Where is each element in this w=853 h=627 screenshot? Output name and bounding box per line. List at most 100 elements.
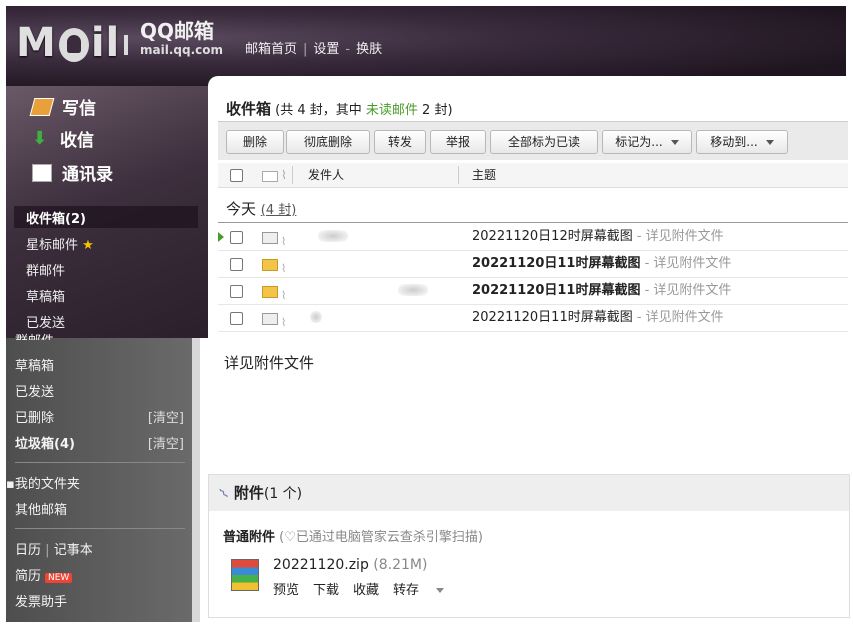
inbox-panel: 收件箱 (共 4 封，其中 未读邮件 2 封) 删除 彻底删除 转发 举报 全部… [208,76,848,338]
file-name: 20221120.zip [273,557,369,573]
subject-text: 20221120日12时屏幕截图 [472,229,633,244]
snippet-text: - 详见附件文件 [640,256,732,271]
table-row[interactable]: ⌇ 20221120日11时屏幕截图 - 详见附件文件 [218,305,848,332]
page-title: 收件箱 [226,100,272,118]
nav-settings-link[interactable]: 设置 [313,42,339,57]
row-subject[interactable]: 20221120日11时屏幕截图 - 详见附件文件 [472,305,724,331]
paperclip-icon: ⌇ [281,316,287,329]
sidebar-scrollbar[interactable] [192,338,200,622]
scan-note: (♡已通过电脑管家云查杀引擎扫描) [279,530,483,545]
move-to-dropdown[interactable]: 移动到... [696,130,788,154]
delete-button[interactable]: 删除 [226,130,284,154]
save-to-label: 转存 [393,583,420,598]
sender-redacted [318,230,348,242]
row-subject[interactable]: 20221120日12时屏幕截图 - 详见附件文件 [472,224,724,250]
sidebar-item-sent-2[interactable]: 已发送 [15,381,54,400]
move-to-label: 移动到... [710,135,758,149]
unread-mail-link[interactable]: 未读邮件 [366,103,418,118]
sender-column-header[interactable]: 发件人 [308,163,344,187]
compose-label: 写信 [62,99,96,119]
tools-separator: | [45,543,50,558]
subject-text: 20221120日11时屏幕截图 [472,310,633,325]
envelope-icon [262,171,278,182]
read-envelope-icon [262,313,278,325]
nav-separator: - [345,42,351,57]
download-link[interactable]: 下载 [313,583,339,598]
subject-text: 20221120日11时屏幕截图 [472,283,641,298]
group-count-link[interactable]: (4 封) [261,203,297,218]
snippet-text: - 详见附件文件 [632,310,724,325]
row-subject[interactable]: 20221120日11时屏幕截图 - 详见附件文件 [472,278,731,304]
logo-text: QQ邮箱 mail.qq.com [140,20,223,58]
subject-column-header[interactable]: 主题 [472,163,496,187]
sidebar-item-invoice[interactable]: 发票助手 [15,591,67,610]
select-all-checkbox[interactable] [230,169,243,182]
table-row[interactable]: ⌇ 20221120日11时屏幕截图 - 详见附件文件 [218,278,848,305]
snippet-text: - 详见附件文件 [640,283,732,298]
clear-spam-link[interactable]: [清空] [148,433,184,452]
compose-icon [29,97,55,116]
logo-domain: mail.qq.com [140,43,223,57]
save-to-dropdown[interactable]: 转存 [393,583,458,598]
sidebar-item-other-mail[interactable]: 其他邮箱 [15,499,67,518]
divider [15,528,185,529]
sidebar-item-group-mail[interactable]: 群邮件 [26,260,65,279]
zip-file-icon[interactable] [231,559,259,591]
group-divider [218,222,848,223]
sidebar-item-my-folders[interactable]: ▪我的文件夹 [6,473,80,492]
sidebar-item-inbox[interactable]: 收件箱(2) [26,208,86,227]
attachment-file[interactable]: 20221120.zip (8.21M) [273,557,427,573]
attachment-section-title: 普通附件 [223,530,276,545]
delete-permanently-button[interactable]: 彻底删除 [286,130,370,154]
unread-envelope-icon [262,286,278,298]
notes-link[interactable]: 记事本 [54,543,93,558]
nav-skin-link[interactable]: 换肤 [356,42,382,57]
snippet-text: - 详见附件文件 [632,229,724,244]
forward-button[interactable]: 转发 [374,130,426,154]
row-checkbox[interactable] [230,258,243,271]
mark-all-read-button[interactable]: 全部标为已读 [490,130,598,154]
logo-letters-il: il [90,20,121,66]
compose-button[interactable]: 写信 [29,94,96,119]
attachment-title: 附件 [233,484,264,502]
qqmail-logo[interactable]: Mil [16,20,129,66]
receive-button[interactable]: ⬇ 收信 [32,126,94,151]
row-checkbox[interactable] [230,312,243,325]
nav-home-link[interactable]: 邮箱首页 [245,42,297,57]
row-checkbox[interactable] [230,231,243,244]
preview-link[interactable]: 预览 [273,583,299,598]
nav-separator: | [303,42,308,57]
new-badge: NEW [45,573,73,583]
row-checkbox[interactable] [230,285,243,298]
sidebar-item-sent[interactable]: 已发送 [26,312,65,331]
my-folders-label: 我的文件夹 [14,477,80,492]
mark-as-dropdown[interactable]: 标记为... [602,130,692,154]
calendar-link[interactable]: 日历 [15,543,41,558]
sender-redacted [310,311,322,323]
sidebar-item-resume[interactable]: 简历 NEW [15,565,73,584]
sidebar-item-drafts-2[interactable]: 草稿箱 [15,355,54,374]
save-favorite-link[interactable]: 收藏 [353,583,379,598]
column-divider [458,166,459,184]
row-subject[interactable]: 20221120日11时屏幕截图 - 详见附件文件 [472,251,731,277]
star-icon: ★ [82,238,94,253]
attachment-panel: ⌇ 附件(1 个) 普通附件 (♡已通过电脑管家云查杀引擎扫描) 20221120… [208,474,850,618]
clear-deleted-link[interactable]: [清空] [148,407,184,426]
logo-bar-icon [124,35,129,55]
sidebar-item-spam[interactable]: 垃圾箱(4) [15,433,75,452]
table-row[interactable]: ⌇ 20221120日12时屏幕截图 - 详见附件文件 [218,224,848,251]
group-label: 今天 [226,200,257,218]
chevron-down-icon [670,140,679,145]
current-row-marker-icon [218,232,224,242]
report-button[interactable]: 举报 [430,130,486,154]
sidebar-item-drafts[interactable]: 草稿箱 [26,286,65,305]
receive-label: 收信 [60,131,94,151]
sidebar-item-deleted[interactable]: 已删除 [15,407,54,426]
table-row[interactable]: ⌇ 20221120日11时屏幕截图 - 详见附件文件 [218,251,848,278]
sidebar-item-starred[interactable]: 星标邮件 ★ [26,234,94,253]
mark-as-label: 标记为... [615,135,663,149]
contacts-button[interactable]: 通讯录 [32,160,113,185]
paperclip-icon: ⌇ [281,168,287,182]
chevron-down-icon [436,588,445,593]
expand-icon: ▪ [6,477,15,492]
